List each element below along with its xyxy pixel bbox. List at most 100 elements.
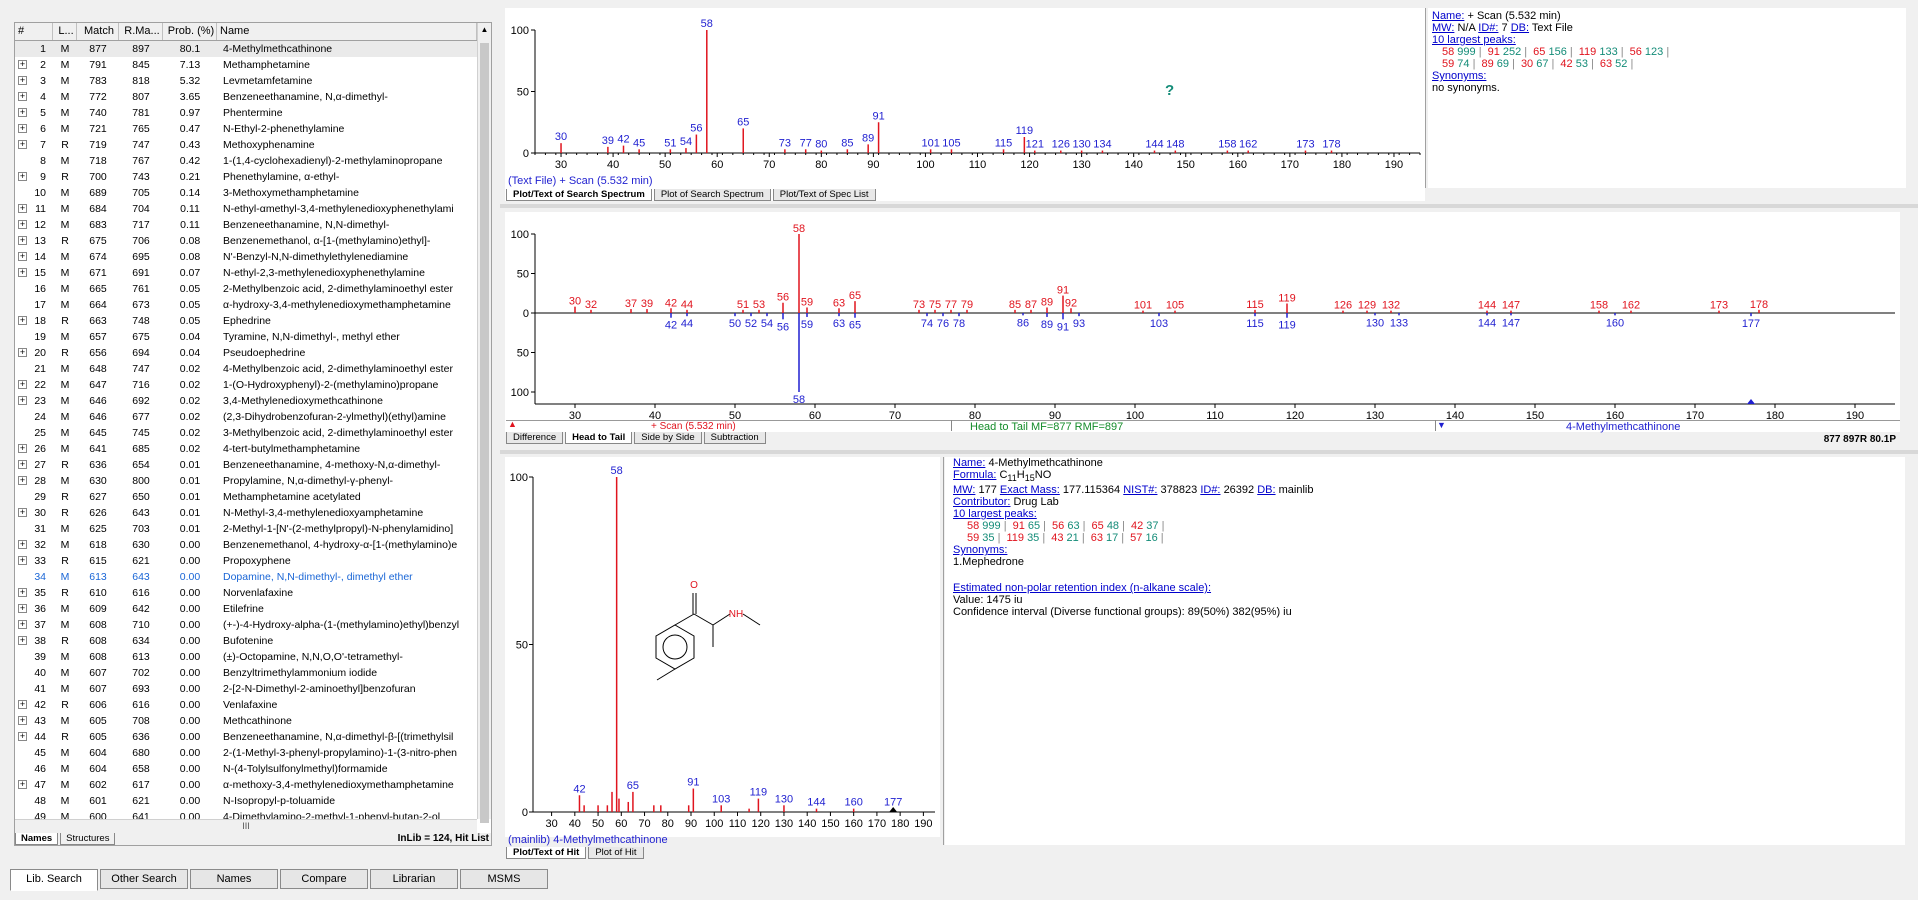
main-tab-librarian[interactable]: Librarian: [370, 869, 458, 889]
main-tab-names[interactable]: Names: [190, 869, 278, 889]
hit-row[interactable]: 1 M 877 897 80.1 4-Methylmethcathinone: [15, 41, 477, 57]
main-tab-other-search[interactable]: Other Search: [100, 869, 188, 889]
nist-label[interactable]: NIST#:: [1123, 484, 1157, 496]
hit-row[interactable]: 21 M 648 747 0.02 4-Methylbenzoic acid, 2-dim…: [15, 361, 477, 377]
hit-row[interactable]: +18 R 663 748 0.05 Ephedrine: [15, 313, 477, 329]
hit-row[interactable]: +4 M 772 807 3.65 Benzeneethanamine, N,α-dime…: [15, 89, 477, 105]
expand-icon[interactable]: +: [18, 476, 27, 485]
hit-row[interactable]: 48 M 601 621 0.00 N-Isopropyl-p-toluamide: [15, 793, 477, 809]
expand-icon[interactable]: +: [18, 92, 27, 101]
synonyms-label[interactable]: Synonyms:: [1432, 70, 1486, 82]
scroll-up-icon[interactable]: ▲: [480, 25, 489, 39]
hit-mw-label[interactable]: MW:: [953, 484, 975, 496]
tab-plot-hit[interactable]: Plot of Hit: [588, 847, 644, 859]
hscroll-grip[interactable]: III: [242, 821, 250, 831]
hit-row[interactable]: +28 M 630 800 0.01 Propylamine, N,α-dimethyl-…: [15, 473, 477, 489]
expand-icon[interactable]: +: [18, 252, 27, 261]
hit-row[interactable]: +14 M 674 695 0.08 N'-Benzyl-N,N-dimethylethy…: [15, 249, 477, 265]
sort-down-icon[interactable]: ▼: [1437, 420, 1446, 430]
column-header-3[interactable]: R.Ma...: [119, 23, 163, 40]
tab-subtraction[interactable]: Subtraction: [703, 432, 766, 444]
sort-up-icon[interactable]: ▲: [508, 419, 517, 429]
hit-row[interactable]: +23 M 646 692 0.02 3,4-Methylenedioxymethcath…: [15, 393, 477, 409]
hit-row[interactable]: +32 M 618 630 0.00 Benzenemethanol, 4-hydroxy…: [15, 537, 477, 553]
exact-mass-label[interactable]: Exact Mass:: [1000, 484, 1060, 496]
hit-row[interactable]: 17 M 664 673 0.05 α-hydroxy-3,4-methylenediox…: [15, 297, 477, 313]
hit-list-vscroll[interactable]: ▲: [477, 23, 491, 823]
expand-icon[interactable]: +: [18, 540, 27, 549]
hit-row[interactable]: +47 M 602 617 0.00 α-methoxy-3,4-methylenedio…: [15, 777, 477, 793]
tab-plot-text-search[interactable]: Plot/Text of Search Spectrum: [506, 189, 652, 201]
expand-icon[interactable]: +: [18, 60, 27, 69]
hit-row[interactable]: 29 R 627 650 0.01 Methamphetamine acetylated: [15, 489, 477, 505]
hit-row[interactable]: +38 R 608 634 0.00 Bufotenine: [15, 633, 477, 649]
tab-plot-text-speclist[interactable]: Plot/Text of Spec List: [772, 189, 876, 201]
hit-row[interactable]: +43 M 605 708 0.00 Methcathinone: [15, 713, 477, 729]
formula-label[interactable]: Formula:: [953, 469, 996, 481]
name-label[interactable]: Name:: [1432, 10, 1464, 22]
hit-row[interactable]: 49 M 600 641 0.00 4-Dimethylamino-2-methyl-1-…: [15, 809, 477, 819]
expand-icon[interactable]: +: [18, 636, 27, 645]
tab-names[interactable]: Names: [15, 833, 59, 845]
main-tab-compare[interactable]: Compare: [280, 869, 368, 889]
main-tab-msms[interactable]: MSMS: [460, 869, 548, 889]
column-header-1[interactable]: L...: [53, 23, 77, 40]
hit-row[interactable]: +12 M 683 717 0.11 Benzeneethanamine, N,N-dim…: [15, 217, 477, 233]
db-label[interactable]: DB:: [1511, 22, 1529, 34]
hit-row[interactable]: +11 M 684 704 0.11 N-ethyl-αmethyl-3,4-methyl…: [15, 201, 477, 217]
hit-row[interactable]: +37 M 608 710 0.00 (+-)-4-Hydroxy-alpha-(1-(m…: [15, 617, 477, 633]
hit-row[interactable]: +20 R 656 694 0.04 Pseudoephedrine: [15, 345, 477, 361]
hit-row[interactable]: +42 R 606 616 0.00 Venlafaxine: [15, 697, 477, 713]
expand-icon[interactable]: +: [18, 236, 27, 245]
column-header-2[interactable]: Match: [77, 23, 119, 40]
hit-row[interactable]: 24 M 646 677 0.02 (2,3-Dihydrobenzofuran-2-yl…: [15, 409, 477, 425]
tab-head-to-tail[interactable]: Head to Tail: [565, 432, 633, 444]
expand-icon[interactable]: +: [18, 780, 27, 789]
hit-row[interactable]: 40 M 607 702 0.00 Benzyltrimethylammonium iod…: [15, 665, 477, 681]
hit-db-label[interactable]: DB:: [1257, 484, 1275, 496]
expand-icon[interactable]: +: [18, 700, 27, 709]
peaks-label[interactable]: 10 largest peaks:: [1432, 34, 1516, 46]
expand-icon[interactable]: +: [18, 76, 27, 85]
expand-icon[interactable]: +: [18, 124, 27, 133]
expand-icon[interactable]: +: [18, 396, 27, 405]
expand-icon[interactable]: +: [18, 588, 27, 597]
help-icon[interactable]: ?: [1165, 82, 1174, 99]
hit-row[interactable]: +6 M 721 765 0.47 N-Ethyl-2-phenethylamine: [15, 121, 477, 137]
hit-name-label[interactable]: Name:: [953, 457, 985, 469]
hit-row[interactable]: +7 R 719 747 0.43 Methoxyphenamine: [15, 137, 477, 153]
hit-row[interactable]: 31 M 625 703 0.01 2-Methyl-1-[N'-(2-methylpro…: [15, 521, 477, 537]
column-header-0[interactable]: #: [15, 23, 53, 40]
column-header-4[interactable]: Prob. (%): [163, 23, 217, 40]
hit-row[interactable]: +36 M 609 642 0.00 Etilefrine: [15, 601, 477, 617]
expand-icon[interactable]: +: [18, 220, 27, 229]
expand-icon[interactable]: +: [18, 444, 27, 453]
expand-icon[interactable]: +: [18, 604, 27, 613]
scroll-thumb[interactable]: [480, 43, 489, 823]
hit-row[interactable]: +26 M 641 685 0.02 4-tert-butylmethamphetamin…: [15, 441, 477, 457]
expand-icon[interactable]: +: [18, 716, 27, 725]
expand-icon[interactable]: +: [18, 556, 27, 565]
tab-side-by-side[interactable]: Side by Side: [634, 432, 702, 444]
hit-row[interactable]: +22 M 647 716 0.02 1-(O-Hydroxyphenyl)-2-(met…: [15, 377, 477, 393]
hit-id-label[interactable]: ID#:: [1200, 484, 1220, 496]
expand-icon[interactable]: +: [18, 172, 27, 181]
hit-row[interactable]: +27 R 636 654 0.01 Benzeneethanamine, 4-metho…: [15, 457, 477, 473]
hit-row[interactable]: +3 M 783 818 5.32 Levmetamfetamine: [15, 73, 477, 89]
hit-spectrum-plot[interactable]: 0 50 100 30 40 50 60 70 80 90 100 110 120 130 140 150 16…: [505, 457, 940, 837]
tab-difference[interactable]: Difference: [506, 432, 564, 444]
hit-row[interactable]: 16 M 665 761 0.05 2-Methylbenzoic acid, 2-dim…: [15, 281, 477, 297]
hit-row[interactable]: 39 M 608 613 0.00 (±)-Octopamine, N,N,O,O'-te…: [15, 649, 477, 665]
hit-row[interactable]: +30 R 626 643 0.01 N-Methyl-3,4-methylenediox…: [15, 505, 477, 521]
hit-row[interactable]: +33 R 615 621 0.00 Propoxyphene: [15, 553, 477, 569]
id-label[interactable]: ID#:: [1478, 22, 1498, 34]
hit-row[interactable]: 34 M 613 643 0.00 Dopamine, N,N-dimethyl-, di…: [15, 569, 477, 585]
search-spectrum-plot[interactable]: 0 50 100 30 40 50 60 70 80 90 100 110 120 130 140 150 16…: [505, 8, 1425, 201]
tab-structures[interactable]: Structures: [60, 833, 116, 845]
tab-plot-search[interactable]: Plot of Search Spectrum: [653, 189, 771, 201]
hit-row[interactable]: +5 M 740 781 0.97 Phentermine: [15, 105, 477, 121]
hit-row[interactable]: 46 M 604 658 0.00 N-(4-Tolylsulfonylmethyl)fo…: [15, 761, 477, 777]
hit-row[interactable]: 8 M 718 767 0.42 1-(1,4-cyclohexadienyl)-2-me…: [15, 153, 477, 169]
expand-icon[interactable]: +: [18, 108, 27, 117]
expand-icon[interactable]: +: [18, 316, 27, 325]
